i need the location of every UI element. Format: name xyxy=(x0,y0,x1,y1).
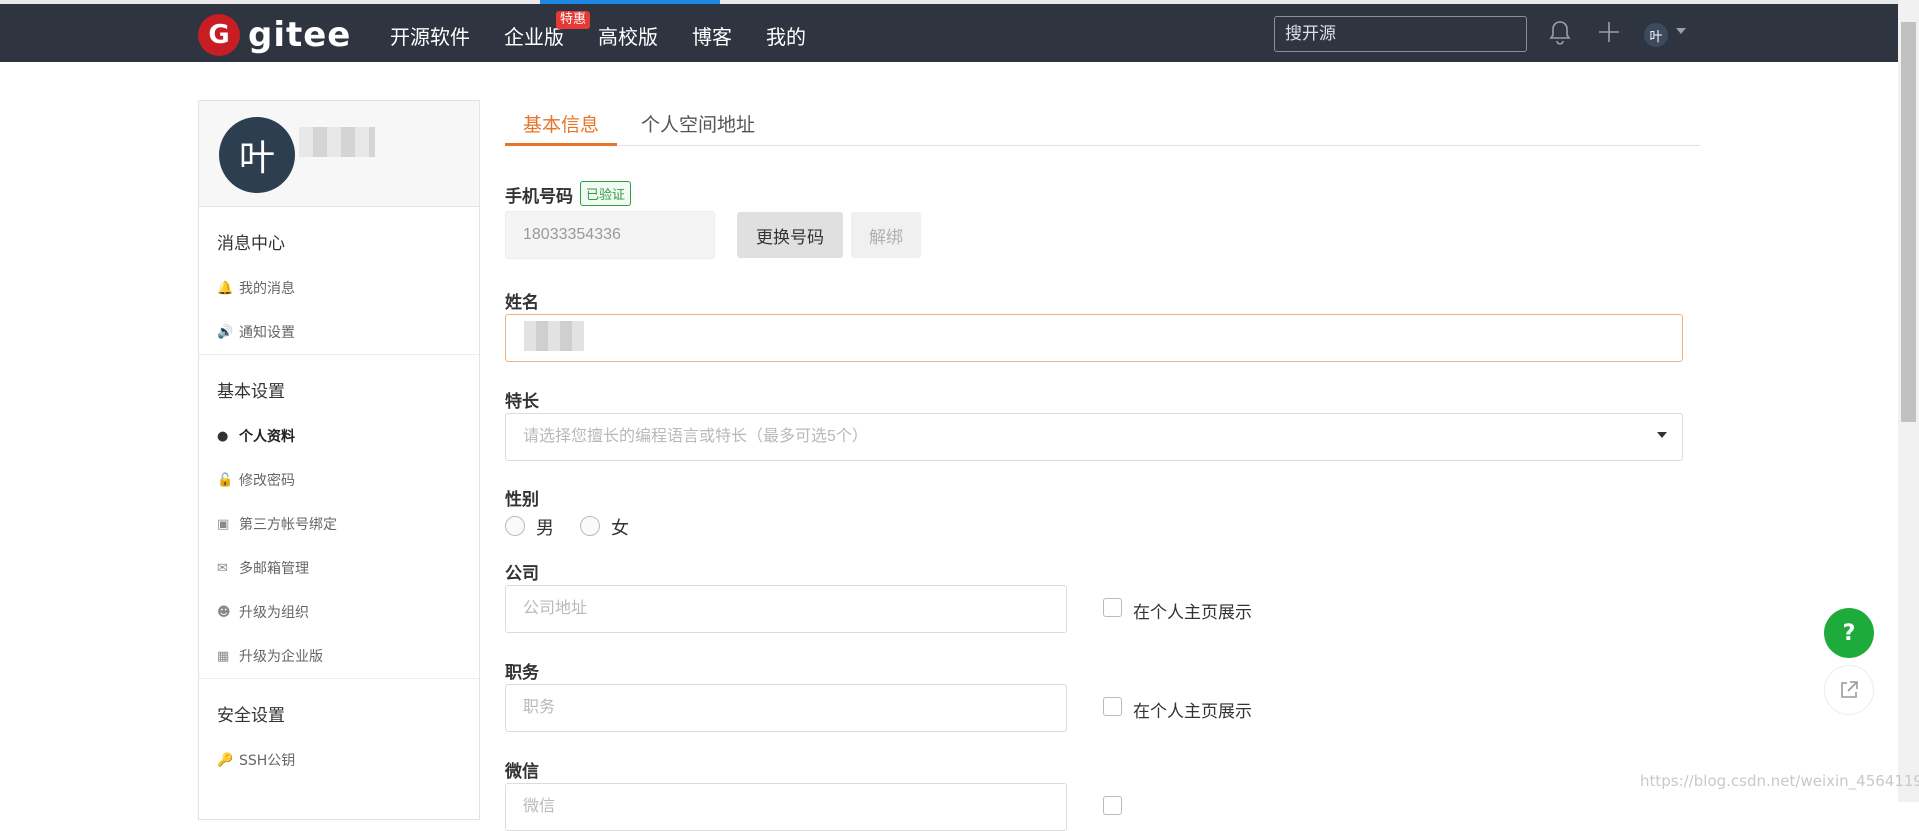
job-field[interactable] xyxy=(505,684,1067,732)
search-input[interactable] xyxy=(1274,16,1527,52)
job-show-label: 在个人主页展示 xyxy=(1133,702,1252,722)
company-label: 公司 xyxy=(505,564,539,584)
envelope-icon: ✉ xyxy=(217,560,228,576)
job-label: 职务 xyxy=(505,663,539,683)
tab-space-address[interactable]: 个人空间地址 xyxy=(623,110,773,146)
nav-education[interactable]: 高校版 xyxy=(598,21,658,50)
change-phone-button[interactable]: 更换号码 xyxy=(737,212,843,258)
sidebar-item-emails[interactable]: ✉ 多邮箱管理 xyxy=(217,546,461,590)
wechat-show-checkbox[interactable] xyxy=(1103,796,1122,815)
nav-enterprise[interactable]: 企业版 特惠 xyxy=(504,11,591,50)
company-show-checkbox[interactable] xyxy=(1103,598,1122,617)
sidebar-item-label: 升级为企业版 xyxy=(239,649,323,665)
promo-badge: 特惠 xyxy=(556,11,591,29)
scrollbar[interactable] xyxy=(1898,0,1919,802)
gender-female-label: 女 xyxy=(611,518,629,539)
unbind-phone-button[interactable]: 解绑 xyxy=(851,212,921,258)
scrollbar-thumb[interactable] xyxy=(1901,22,1916,422)
help-button[interactable]: ? xyxy=(1824,608,1874,658)
sidebar-group-basic: 基本设置 ● 个人资料 🔓 修改密码 ▣ 第三方帐号绑定 ✉ 多邮箱管理 ☻ 升级为组织 … xyxy=(199,355,479,679)
nav-enterprise-label: 企业版 xyxy=(504,25,564,49)
sidebar-item-label: 个人资料 xyxy=(239,429,295,445)
chevron-down-icon[interactable] xyxy=(1657,432,1667,438)
share-icon[interactable] xyxy=(1824,665,1874,715)
sidebar-item-notification-settings[interactable]: 🔊 通知设置 xyxy=(217,310,461,354)
skill-select[interactable] xyxy=(505,413,1683,461)
sidebar-item-label: 多邮箱管理 xyxy=(239,561,309,577)
id-card-icon: ▣ xyxy=(217,516,230,532)
watermark: https://blog.csdn.net/weixin_45641191 xyxy=(1640,772,1919,790)
redacted-name-value xyxy=(524,321,584,351)
sidebar-item-upgrade-org[interactable]: ☻ 升级为组织 xyxy=(217,590,461,634)
sidebar-item-label: 通知设置 xyxy=(239,325,295,341)
company-field[interactable] xyxy=(505,585,1067,633)
gitee-logo-icon: G xyxy=(198,14,240,56)
wechat-field[interactable] xyxy=(505,783,1067,831)
sidebar-item-profile[interactable]: ● 个人资料 xyxy=(217,414,461,458)
profile-header: 叶 xyxy=(199,101,479,207)
bell-icon: 🔔 xyxy=(217,280,234,296)
phone-label: 手机号码 xyxy=(505,187,573,207)
sidebar-item-label: 我的消息 xyxy=(239,281,295,297)
sidebar-item-label: SSH公钥 xyxy=(239,753,296,769)
nav-links: 开源软件 企业版 特惠 高校版 博客 我的 xyxy=(390,11,840,50)
settings-sidebar: 叶 消息中心 🔔 我的消息 🔊 通知设置 基本设置 ● 个人资料 🔓 修改密码 ▣ 第三方… xyxy=(198,100,480,820)
avatar[interactable]: 叶 xyxy=(219,117,295,193)
company-show-label: 在个人主页展示 xyxy=(1133,603,1252,623)
sidebar-group-messages: 消息中心 🔔 我的消息 🔊 通知设置 xyxy=(199,207,479,355)
unlock-icon: 🔓 xyxy=(217,472,234,488)
logo-text: gitee xyxy=(248,15,352,55)
users-icon: ☻ xyxy=(217,604,231,620)
name-field[interactable] xyxy=(505,314,1683,362)
user-icon: ● xyxy=(217,428,229,444)
sidebar-item-label: 修改密码 xyxy=(239,473,295,489)
name-label: 姓名 xyxy=(505,293,539,313)
sidebar-group-title: 基本设置 xyxy=(217,382,285,402)
sidebar-item-label: 第三方帐号绑定 xyxy=(239,517,337,533)
redacted-username xyxy=(299,127,375,157)
sidebar-item-change-password[interactable]: 🔓 修改密码 xyxy=(217,458,461,502)
chevron-down-icon[interactable] xyxy=(1676,28,1686,34)
sidebar-item-third-party[interactable]: ▣ 第三方帐号绑定 xyxy=(217,502,461,546)
tab-basic-info[interactable]: 基本信息 xyxy=(505,110,618,146)
sidebar-item-upgrade-enterprise[interactable]: ▦ 升级为企业版 xyxy=(217,634,461,678)
plus-icon[interactable] xyxy=(1597,20,1621,50)
sidebar-group-title: 消息中心 xyxy=(217,234,285,254)
sidebar-group-title: 安全设置 xyxy=(217,706,285,726)
nav-mine[interactable]: 我的 xyxy=(766,21,806,50)
nav-open-source[interactable]: 开源软件 xyxy=(390,21,470,50)
phone-field xyxy=(505,211,715,259)
gender-male-label: 男 xyxy=(536,518,554,539)
sidebar-group-security: 安全设置 🔑 SSH公钥 xyxy=(199,679,479,782)
verified-badge: 已验证 xyxy=(580,181,632,206)
gender-male-radio[interactable] xyxy=(505,516,525,536)
building-icon: ▦ xyxy=(217,648,230,664)
skill-label: 特长 xyxy=(505,392,539,412)
job-show-checkbox[interactable] xyxy=(1103,697,1122,716)
gender-female-radio[interactable] xyxy=(580,516,600,536)
top-navbar: G gitee 开源软件 企业版 特惠 高校版 博客 我的 叶 xyxy=(0,4,1898,62)
settings-tabs: 基本信息 个人空间地址 xyxy=(505,100,1700,146)
sidebar-item-label: 升级为组织 xyxy=(239,605,309,621)
volume-icon: 🔊 xyxy=(217,324,234,340)
key-icon: 🔑 xyxy=(217,752,234,768)
gitee-logo[interactable]: G gitee xyxy=(198,14,351,56)
sidebar-item-my-messages[interactable]: 🔔 我的消息 xyxy=(217,266,461,310)
sidebar-item-ssh-keys[interactable]: 🔑 SSH公钥 xyxy=(217,738,461,782)
wechat-label: 微信 xyxy=(505,762,539,782)
gender-label: 性别 xyxy=(505,490,539,510)
bell-icon[interactable] xyxy=(1549,20,1571,52)
nav-blog[interactable]: 博客 xyxy=(692,21,732,50)
user-avatar[interactable]: 叶 xyxy=(1644,23,1668,47)
